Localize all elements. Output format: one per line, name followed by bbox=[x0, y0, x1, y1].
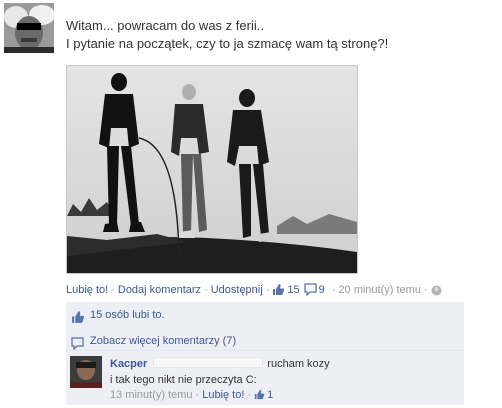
thumbs-up-icon[interactable] bbox=[254, 389, 265, 403]
likes-summary-box: 15 osób lubi to. bbox=[66, 302, 464, 329]
post-action-bar: Lubię to! · Dodaj komentarz · Udostępnij · 15 9… bbox=[66, 282, 496, 298]
post-message-line: Witam... powracam do was z ferii.. bbox=[66, 18, 264, 33]
photo-image bbox=[67, 66, 357, 273]
add-comment-link[interactable]: Dodaj komentarz bbox=[118, 284, 201, 296]
separator-dot: · bbox=[204, 284, 208, 296]
more-comments-link[interactable]: Zobacz więcej komentarzy (7) bbox=[90, 335, 236, 347]
separator-dot: · bbox=[195, 389, 200, 401]
post-message-line: I pytanie na początek, czy to ja szmacę … bbox=[66, 36, 389, 51]
post-message: Witam... powracam do was z ferii.. I pyt… bbox=[66, 17, 486, 53]
comment-text-line: i tak tego nikt nie przeczyta C: bbox=[110, 374, 257, 386]
share-link[interactable]: Udostępnij bbox=[211, 284, 263, 296]
like-count[interactable]: 15 bbox=[287, 284, 299, 296]
post-photo[interactable] bbox=[66, 65, 358, 274]
likes-summary-text[interactable]: 15 osób lubi to. bbox=[90, 309, 165, 321]
likes-summary-row[interactable]: 15 osób lubi to. bbox=[66, 302, 464, 328]
globe-icon bbox=[431, 285, 442, 301]
feed-post: Witam... powracam do was z ferii.. I pyt… bbox=[0, 0, 502, 408]
comment-item: Kacper rucham kozy i tak tego nikt nie pr… bbox=[66, 350, 464, 405]
comment-body: Kacper rucham kozy i tak tego nikt nie pr… bbox=[110, 357, 450, 403]
comment-text-line: rucham kozy bbox=[267, 358, 330, 370]
avatar-photo bbox=[4, 3, 54, 53]
commenter-photo bbox=[70, 356, 102, 388]
comment-like-count[interactable]: 1 bbox=[267, 389, 273, 401]
commenter-name[interactable]: Kacper bbox=[110, 358, 147, 370]
separator-dot: · bbox=[247, 389, 252, 401]
commenter-avatar[interactable] bbox=[70, 356, 102, 388]
thumbs-up-icon[interactable] bbox=[272, 283, 285, 301]
profile-avatar[interactable] bbox=[4, 3, 54, 53]
separator-dot: · bbox=[111, 284, 115, 296]
comment-count[interactable]: 9 bbox=[319, 284, 325, 296]
separator-dot: · bbox=[265, 284, 270, 296]
separator-dot: · bbox=[331, 284, 336, 296]
comment-bubble-icon[interactable] bbox=[303, 283, 317, 301]
like-link[interactable]: Lubię to! bbox=[66, 284, 108, 296]
post-timestamp[interactable]: 20 minut(y) temu bbox=[338, 284, 421, 296]
redacted-name-box bbox=[153, 357, 264, 368]
comment-like-link[interactable]: Lubię to! bbox=[202, 389, 244, 401]
separator-dot: · bbox=[423, 284, 428, 296]
comment-meta: 13 minut(y) temu · Lubię to! · 1 bbox=[110, 389, 450, 403]
comment-timestamp[interactable]: 13 minut(y) temu bbox=[110, 389, 193, 401]
